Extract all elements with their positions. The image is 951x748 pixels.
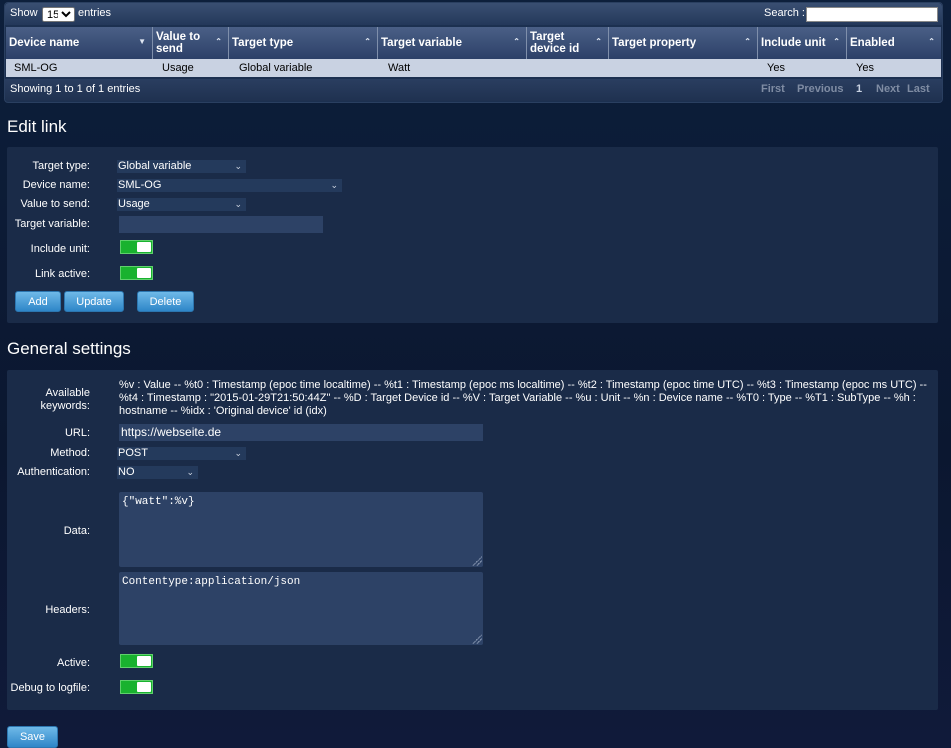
general-settings-panel: Available keywords: %v : Value -- %t0 : … [7,370,938,710]
pagination-first[interactable]: First [761,83,785,95]
general-settings-heading: General settings [7,339,131,358]
show-label: Show [10,7,38,19]
cell-target-type: Global variable [239,62,313,74]
sort-icon: ⌃ [595,37,602,46]
column-enabled[interactable]: Enabled ⌃ [847,27,941,59]
target-variable-label: Target variable: [14,218,90,230]
keywords-label: Available keywords: [40,387,90,412]
pagination-previous[interactable]: Previous [797,83,843,95]
target-type-label: Target type: [32,160,90,172]
authentication-label: Authentication: [17,466,90,478]
debug-toggle[interactable] [120,680,153,694]
cell-target-variable: Watt [388,62,411,74]
method-select[interactable]: POST ⌄ [117,447,246,460]
chevron-down-icon: ⌄ [234,161,242,171]
authentication-select[interactable]: NO ⌄ [117,466,198,479]
delete-button[interactable]: Delete [137,291,194,312]
chevron-down-icon: ⌄ [234,199,242,209]
data-textarea[interactable]: {"watt":%v} [119,492,483,567]
table-row[interactable]: SML-OG Usage Global variable Watt Yes Ye… [6,59,941,77]
sort-icon: ⌃ [215,37,222,46]
sort-icon: ⌃ [513,37,520,46]
active-toggle[interactable] [120,654,153,668]
add-button[interactable]: Add [15,291,61,312]
device-name-label: Device name: [22,179,90,191]
column-value-to-send[interactable]: Value to send ⌃ [153,27,229,59]
headers-textarea[interactable]: Contentype:application/json [119,572,483,645]
pagination-next[interactable]: Next [876,83,900,95]
link-active-toggle[interactable] [120,266,153,280]
resize-grip-icon[interactable] [472,634,482,644]
device-name-select[interactable]: SML-OG ⌄ [117,179,342,192]
column-target-type[interactable]: Target type ⌃ [229,27,378,59]
data-value: {"watt":%v} [122,496,195,508]
debug-label: Debug to logfile: [10,682,91,694]
save-button[interactable]: Save [7,726,58,748]
column-include-unit[interactable]: Include unit ⌃ [758,27,847,59]
url-label: URL: [64,427,90,439]
cell-value-to-send: Usage [162,62,194,74]
sort-icon: ⌃ [744,37,751,46]
method-label: Method: [50,447,90,459]
include-unit-label: Include unit: [30,243,90,255]
edit-link-heading: Edit link [7,117,67,136]
value-to-send-label: Value to send: [20,198,90,210]
sort-icon: ⌃ [364,37,371,46]
edit-link-panel: Target type: Global variable ⌄ Device nam… [7,147,938,323]
sort-icon: ⌃ [833,37,840,46]
cell-include-unit: Yes [767,62,785,74]
search-label: Search : [764,7,805,19]
cell-enabled: Yes [856,62,874,74]
resize-grip-icon[interactable] [472,556,482,566]
devices-table-wrapper: Show 15 entries Search : Device name ▼ Va… [4,2,943,103]
search-input[interactable] [806,7,938,22]
column-target-property[interactable]: Target property ⌃ [609,27,758,59]
active-label: Active: [56,657,90,669]
target-variable-input[interactable] [119,216,323,233]
sort-icon: ▼ [138,37,146,46]
pagination-page[interactable]: 1 [856,83,862,95]
column-target-device-id[interactable]: Target device id ⌃ [527,27,609,59]
column-device-name[interactable]: Device name ▼ [6,27,153,59]
headers-value: Contentype:application/json [122,576,301,588]
chevron-down-icon: ⌄ [330,180,338,190]
url-input[interactable]: https://webseite.de [119,424,483,441]
pagination-last[interactable]: Last [907,83,930,95]
chevron-down-icon: ⌄ [234,448,242,458]
keywords-text: %v : Value -- %t0 : Timestamp (epoc time… [119,379,927,417]
sort-icon: ⌃ [928,37,935,46]
target-type-select[interactable]: Global variable ⌄ [117,160,246,173]
cell-device-name: SML-OG [14,62,58,74]
data-label: Data: [63,525,90,537]
value-to-send-select[interactable]: Usage ⌄ [117,198,246,211]
table-header: Device name ▼ Value to send ⌃ Target type ⌃… [6,27,941,59]
update-button[interactable]: Update [64,291,124,312]
chevron-down-icon: ⌄ [186,467,194,477]
table-info: Showing 1 to 1 of 1 entries [10,83,141,95]
link-active-label: Link active: [34,268,90,280]
entries-label: entries [78,7,112,19]
column-target-variable[interactable]: Target variable ⌃ [378,27,527,59]
headers-label: Headers: [45,604,90,616]
entries-select[interactable]: 15 [42,7,75,22]
include-unit-toggle[interactable] [120,240,153,254]
